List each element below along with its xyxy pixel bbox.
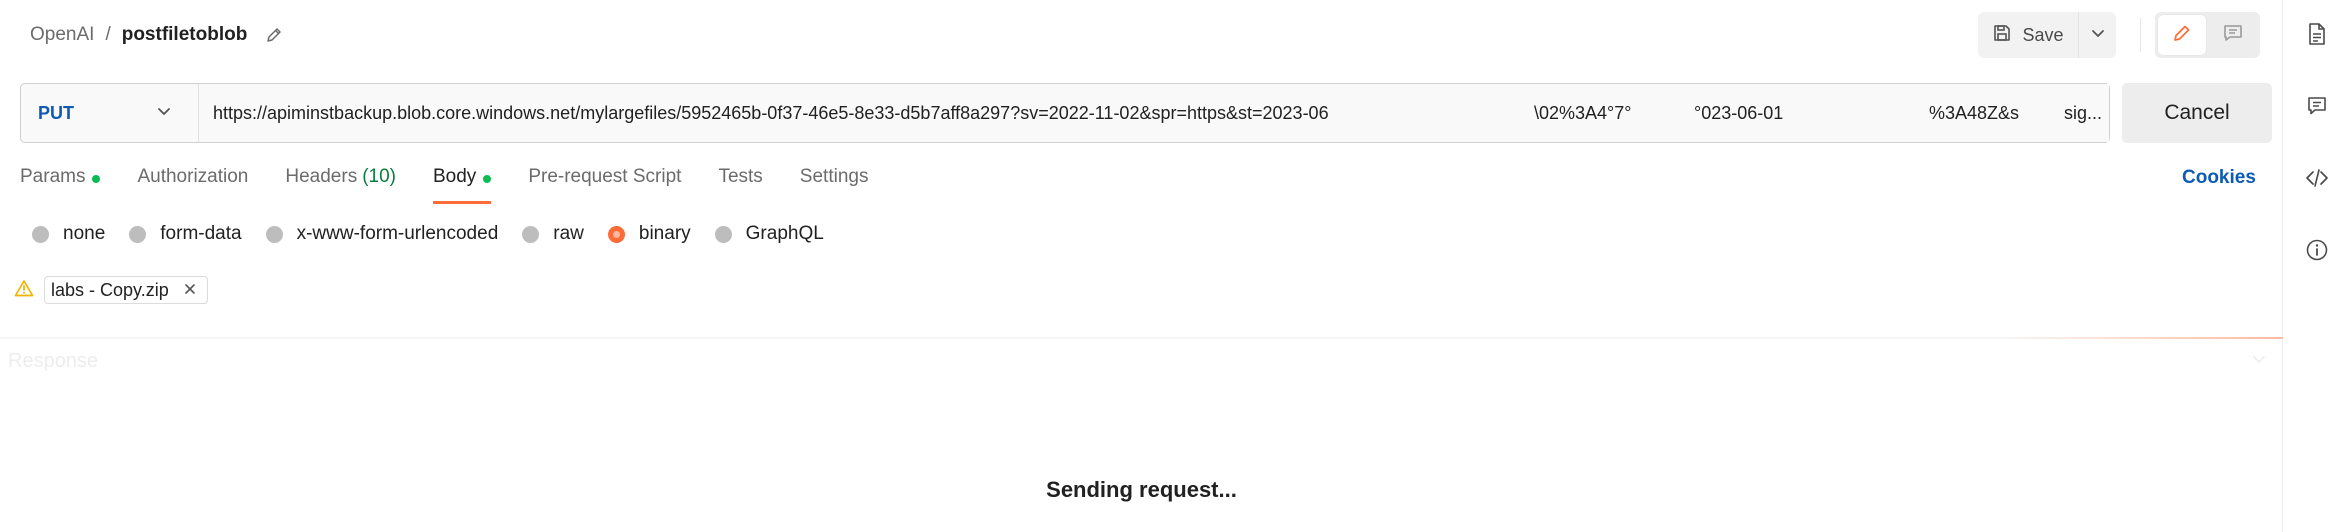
mode-toggle xyxy=(2155,12,2260,58)
sending-request-status: Sending request... xyxy=(1046,477,1237,502)
floppy-icon xyxy=(1992,23,2012,48)
radio-label: raw xyxy=(553,223,584,244)
tab-label: Settings xyxy=(799,166,869,187)
tab-params[interactable]: Params xyxy=(20,166,101,206)
radio-label: form-data xyxy=(160,223,242,244)
radio-label: x-www-form-urlencoded xyxy=(296,223,499,244)
save-label: Save xyxy=(2022,24,2064,45)
comment-icon xyxy=(2222,23,2244,48)
radio-circle xyxy=(522,225,540,243)
active-dot xyxy=(92,175,101,183)
radio-label: binary xyxy=(638,223,691,244)
tab-authorization[interactable]: Authorization xyxy=(137,166,248,206)
url-fragment: %3A48Z&s xyxy=(1869,84,2059,142)
radio-binary[interactable]: binary xyxy=(607,223,691,245)
headers-count: (10) xyxy=(362,166,396,187)
code-icon[interactable] xyxy=(2283,160,2351,196)
radio-urlencoded[interactable]: x-www-form-urlencoded xyxy=(265,223,499,245)
comment-icon[interactable] xyxy=(2283,88,2351,124)
breadcrumb-workspace[interactable]: OpenAI xyxy=(30,24,94,46)
chevron-down-icon xyxy=(156,103,172,124)
tab-label: Tests xyxy=(718,166,763,187)
tab-label: Headers xyxy=(285,166,358,187)
file-name: labs - Copy.zip xyxy=(51,279,169,300)
chevron-down-icon[interactable] xyxy=(2250,350,2268,373)
radio-label: none xyxy=(63,223,106,244)
file-chip: labs - Copy.zip xyxy=(44,276,208,304)
cancel-button[interactable]: Cancel xyxy=(2122,83,2272,143)
url-fragment: °023-06-01 xyxy=(1674,84,1869,142)
header-divider xyxy=(2140,18,2141,52)
info-icon[interactable] xyxy=(2283,232,2351,268)
request-editor: OpenAI / postfiletoblob Save PUT https:/… xyxy=(0,0,2283,532)
body-type-options: none form-data x-www-form-urlencoded raw… xyxy=(32,222,848,246)
url-fragment: sig... xyxy=(2059,84,2109,142)
radio-circle xyxy=(32,225,49,243)
radio-raw[interactable]: raw xyxy=(522,223,584,245)
tab-label: Authorization xyxy=(137,166,249,187)
tab-label: Body xyxy=(433,166,477,187)
tab-settings[interactable]: Settings xyxy=(800,166,869,206)
radio-form-data[interactable]: form-data xyxy=(129,223,242,245)
cookies-link[interactable]: Cookies xyxy=(2182,167,2256,189)
radio-label: GraphQL xyxy=(745,223,824,244)
breadcrumb-separator: / xyxy=(105,24,111,45)
request-name[interactable]: postfiletoblob xyxy=(122,24,248,46)
method-selector[interactable]: PUT xyxy=(21,84,199,142)
pencil-icon[interactable] xyxy=(265,26,283,44)
url-bar: PUT https://apiminstbackup.blob.core.win… xyxy=(20,83,2110,143)
url-input[interactable]: https://apiminstbackup.blob.core.windows… xyxy=(199,84,2109,142)
tab-headers[interactable]: Headers (10) xyxy=(285,166,396,206)
response-label: Response xyxy=(8,350,99,372)
radio-circle xyxy=(129,225,147,243)
radio-none[interactable]: none xyxy=(32,223,105,245)
radio-graphql[interactable]: GraphQL xyxy=(714,223,824,245)
tab-label: Pre-request Script xyxy=(528,166,682,187)
radio-circle xyxy=(265,225,283,243)
breadcrumb: OpenAI / postfiletoblob xyxy=(30,22,283,48)
save-button[interactable]: Save xyxy=(1978,12,2078,58)
warning-icon xyxy=(14,279,34,302)
close-icon[interactable] xyxy=(183,280,197,301)
url-text: https://apiminstbackup.blob.core.windows… xyxy=(213,102,1329,123)
tab-prerequest-script[interactable]: Pre-request Script xyxy=(528,166,681,206)
pencil-icon xyxy=(2172,23,2192,48)
method-label: PUT xyxy=(38,102,74,123)
url-fragment: \02%3A4°7° xyxy=(1534,84,1674,142)
edit-mode-button[interactable] xyxy=(2158,15,2206,55)
tab-tests[interactable]: Tests xyxy=(718,166,762,206)
save-button-group: Save xyxy=(1978,12,2116,58)
document-icon[interactable] xyxy=(2283,16,2351,52)
binary-file-row: labs - Copy.zip xyxy=(14,276,208,304)
tab-body[interactable]: Body xyxy=(433,166,492,206)
response-divider[interactable] xyxy=(0,337,2283,339)
save-menu-button[interactable] xyxy=(2078,12,2116,58)
right-sidebar xyxy=(2283,0,2351,532)
comment-mode-button[interactable] xyxy=(2209,15,2257,55)
radio-circle-selected xyxy=(607,225,625,243)
radio-circle xyxy=(714,225,732,243)
tab-label: Params xyxy=(20,166,86,187)
active-dot xyxy=(483,175,492,183)
request-tabs: Params Authorization Headers (10) Body Pr… xyxy=(20,166,905,206)
chevron-down-icon xyxy=(2090,25,2106,46)
